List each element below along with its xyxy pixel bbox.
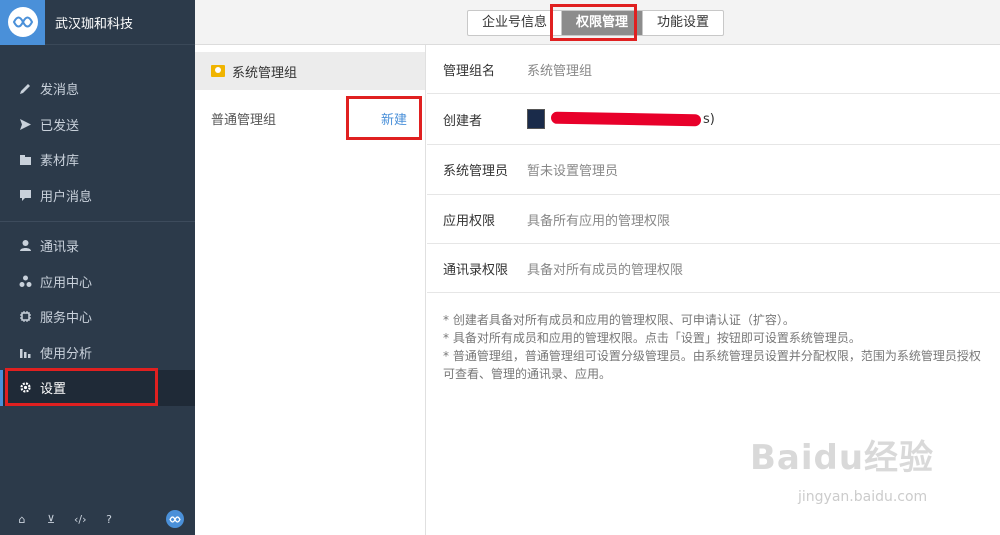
- row-label: 创建者: [443, 113, 483, 129]
- row-label: 通讯录权限: [443, 262, 509, 278]
- sidebar-item-label: 素材库: [40, 154, 80, 170]
- help-icon[interactable]: ?: [103, 513, 115, 526]
- tab-group: 企业号信息 权限管理 功能设置: [467, 10, 725, 36]
- nav-group-management: 通讯录 应用中心 服务中心 使用分析 设置: [0, 228, 195, 406]
- sidebar-item-label: 发消息: [40, 83, 80, 99]
- avatar: [527, 109, 545, 129]
- detail-row-group-name: 管理组名 系统管理组: [427, 45, 1000, 94]
- row-label: 应用权限: [443, 213, 496, 229]
- sidebar-item-service-center[interactable]: 服务中心: [0, 299, 195, 335]
- sidebar-item-app-center[interactable]: 应用中心: [0, 264, 195, 300]
- brand-name: 武汉珈和科技: [55, 16, 134, 32]
- redacted-mark: [550, 111, 702, 127]
- row-label: 管理组名: [443, 63, 496, 79]
- sidebar: 武汉珈和科技 发消息 已发送 素材库 用户消息 通讯录 应用中心 服务中心 使用…: [0, 0, 195, 535]
- sidebar-item-label: 通讯录: [40, 240, 80, 256]
- nav-group-messages: 发消息 已发送 素材库 用户消息: [0, 71, 195, 213]
- pencil-icon: [18, 82, 32, 96]
- sidebar-item-label: 使用分析: [40, 346, 93, 362]
- row-label: 系统管理员: [443, 164, 509, 179]
- sidebar-footer: ⌂ ⊻ ‹/› ?: [0, 503, 195, 535]
- folder-icon: [18, 153, 32, 167]
- row-value: 具备所有应用的管理权限: [527, 213, 671, 229]
- chat-icon: [18, 188, 32, 202]
- detail-row-system-admin: 系统管理员 暂未设置管理员: [427, 145, 1000, 195]
- detail-row-app-permission: 应用权限 具备所有应用的管理权限: [427, 195, 1000, 244]
- detail-row-creator: 创建者 s): [427, 94, 1000, 145]
- note-line: * 普通管理组，普通管理组可设置分级管理员。由系统管理员设置并分配权限，范围为系…: [443, 349, 981, 381]
- row-value: 暂未设置管理员: [527, 164, 619, 179]
- row-value: 系统管理组: [527, 63, 593, 79]
- tab-permission-management[interactable]: 权限管理: [562, 11, 644, 35]
- sidebar-item-library[interactable]: 素材库: [0, 142, 195, 178]
- apps-icon: [18, 274, 32, 288]
- tab-feature-settings[interactable]: 功能设置: [643, 11, 723, 35]
- brand-logo-icon[interactable]: [0, 0, 45, 45]
- sidebar-item-user-messages[interactable]: 用户消息: [0, 178, 195, 214]
- watermark-logo: Baidu经验: [750, 438, 935, 478]
- group-item-normal[interactable]: 普通管理组 新建: [195, 90, 425, 146]
- new-group-link[interactable]: 新建: [381, 109, 407, 128]
- cart-icon[interactable]: ⊻: [45, 513, 57, 526]
- nav-divider: [0, 221, 195, 222]
- brand-header: 武汉珈和科技: [0, 0, 195, 45]
- sidebar-item-contacts[interactable]: 通讯录: [0, 228, 195, 264]
- admin-group-icon: [211, 65, 225, 77]
- service-icon: [18, 310, 32, 324]
- permission-notes: * 创建者具备对所有成员和应用的管理权限、可申请认证（扩容）。 * 具备对所有成…: [427, 293, 1000, 401]
- group-label: 普通管理组: [211, 112, 277, 128]
- watermark-url: jingyan.baidu.com: [798, 489, 928, 505]
- note-line: * 具备对所有成员和应用的管理权限。点击「设置」按钮即可设置系统管理员。: [443, 331, 861, 345]
- admin-group-list: 系统管理组 普通管理组 新建: [195, 45, 426, 535]
- sidebar-item-settings[interactable]: 设置: [0, 370, 195, 406]
- group-item-system[interactable]: 系统管理组: [195, 52, 425, 90]
- sidebar-item-label: 服务中心: [40, 311, 93, 327]
- sidebar-item-send-message[interactable]: 发消息: [0, 71, 195, 107]
- sidebar-item-sent[interactable]: 已发送: [0, 107, 195, 143]
- send-icon: [18, 117, 32, 131]
- brand-logo-icon[interactable]: [166, 510, 184, 528]
- sidebar-item-analytics[interactable]: 使用分析: [0, 335, 195, 371]
- creator-tail: s): [703, 111, 715, 127]
- sidebar-item-label: 应用中心: [40, 275, 93, 291]
- row-value: 具备对所有成员的管理权限: [527, 262, 684, 278]
- home-icon[interactable]: ⌂: [16, 513, 28, 526]
- row-value: s): [527, 109, 715, 129]
- tab-enterprise-info[interactable]: 企业号信息: [468, 11, 563, 35]
- chart-icon: [18, 345, 32, 359]
- sidebar-item-label: 已发送: [40, 118, 80, 134]
- note-line: * 创建者具备对所有成员和应用的管理权限、可申请认证（扩容）。: [443, 313, 795, 327]
- sidebar-item-label: 设置: [40, 382, 67, 398]
- top-tab-bar: 企业号信息 权限管理 功能设置: [195, 0, 1000, 45]
- contacts-icon: [18, 239, 32, 253]
- code-icon[interactable]: ‹/›: [74, 513, 87, 526]
- group-label: 系统管理组: [232, 65, 298, 81]
- detail-row-contacts-permission: 通讯录权限 具备对所有成员的管理权限: [427, 244, 1000, 293]
- gear-icon: [18, 381, 32, 395]
- sidebar-item-label: 用户消息: [40, 189, 93, 205]
